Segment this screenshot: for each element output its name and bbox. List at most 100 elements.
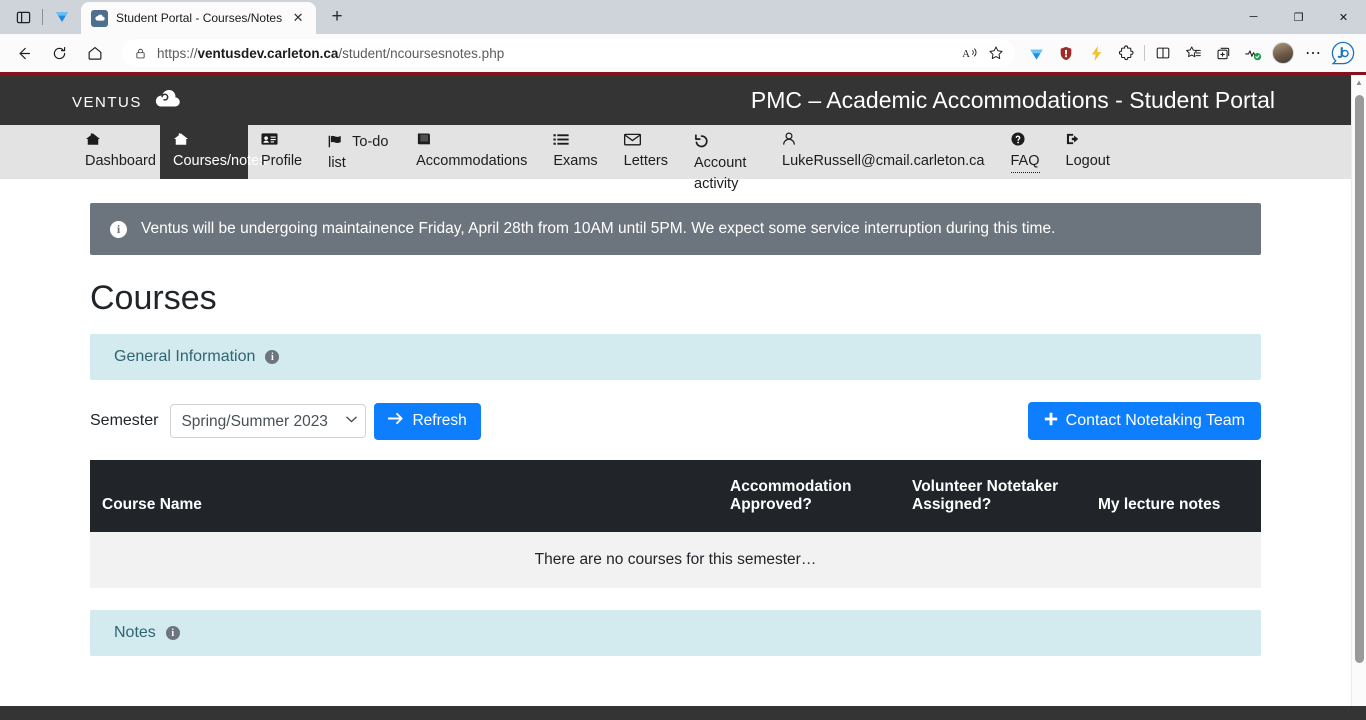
refresh-button[interactable]: Refresh <box>374 403 480 440</box>
semester-filter: Semester Spring/Summer 2023 <box>90 403 481 440</box>
address-bar[interactable]: https://ventusdev.carleton.ca/student/nc… <box>122 39 1015 67</box>
general-information-label: General Information <box>114 348 255 366</box>
table-empty-row: There are no courses for this semester… <box>90 532 1261 588</box>
nav-label: Profile <box>261 151 302 172</box>
arrow-right-icon <box>388 412 404 430</box>
home-icon <box>85 132 147 151</box>
collections-favorites-icon[interactable] <box>1178 38 1208 68</box>
page-viewport: Ventus PMC – Academic Accommodations - S… <box>0 75 1366 720</box>
contact-label: Contact Notetaking Team <box>1066 412 1245 430</box>
table-head: Course Name Accommodation Approved? Volu… <box>90 460 1261 532</box>
tab-actions-icon[interactable] <box>6 1 40 33</box>
home-icon <box>173 132 235 151</box>
semester-select[interactable]: Spring/Summer 2023 <box>170 404 366 438</box>
nav-item-accommodations[interactable]: Accommodations <box>403 125 540 179</box>
avatar[interactable] <box>1268 38 1298 68</box>
copilot-icon[interactable] <box>1328 38 1358 68</box>
nav-item-account-activity[interactable]: Account activity <box>681 125 769 179</box>
info-badge-icon[interactable]: i <box>265 350 279 364</box>
nav-item-todo-list[interactable]: To-do list <box>315 125 403 179</box>
window-controls: ─ ❐ ✕ <box>1231 0 1366 34</box>
home-icon[interactable] <box>80 38 110 68</box>
back-icon[interactable] <box>8 38 38 68</box>
nav-label: LukeRussell@cmail.carleton.ca <box>782 151 985 172</box>
contact-notetaking-team-button[interactable]: Contact Notetaking Team <box>1028 402 1261 440</box>
minimize-button[interactable]: ─ <box>1231 0 1276 34</box>
nav-item-faq[interactable]: FAQ <box>998 125 1053 179</box>
scroll-up-arrow[interactable]: ▲ <box>1352 75 1366 90</box>
nav-label: Letters <box>624 151 668 172</box>
nav-label: Account activity <box>694 155 746 192</box>
ventus-logo[interactable]: Ventus <box>72 87 184 114</box>
svg-text:A: A <box>962 47 970 59</box>
plus-icon <box>1044 412 1058 431</box>
table-body: There are no courses for this semester… <box>90 532 1261 588</box>
page-content: Ventus PMC – Academic Accommodations - S… <box>0 75 1351 720</box>
lock-icon <box>134 47 147 60</box>
tab-title: Student Portal - Courses/Notes <box>116 11 282 25</box>
toolbar-divider <box>1144 45 1145 61</box>
envelope-icon <box>624 132 668 151</box>
close-window-button[interactable]: ✕ <box>1321 0 1366 34</box>
page-heading: Courses <box>90 279 1261 318</box>
more-options-icon[interactable]: ⋯ <box>1298 38 1328 68</box>
nav-item-exams[interactable]: Exams <box>540 125 610 179</box>
nav-item-letters[interactable]: Letters <box>611 125 681 179</box>
scrollbar-thumb[interactable] <box>1355 95 1364 663</box>
main-content: i Ventus will be undergoing maintainence… <box>0 203 1351 656</box>
flag-icon <box>328 134 348 150</box>
notes-panel[interactable]: Notes i <box>90 610 1261 656</box>
page-footer <box>0 706 1366 720</box>
nav-label: Logout <box>1066 151 1110 172</box>
courses-toolbar: Semester Spring/Summer 2023 <box>90 402 1261 440</box>
url-text: https://ventusdev.carleton.ca/student/nc… <box>157 46 957 61</box>
puzzle-extensions-icon[interactable] <box>1111 38 1141 68</box>
browser-window: Student Portal - Courses/Notes ✕ + ─ ❐ ✕… <box>0 0 1366 720</box>
cloud-icon <box>150 87 184 114</box>
site-header: Ventus PMC – Academic Accommodations - S… <box>0 75 1351 125</box>
info-circle-icon: i <box>110 221 127 238</box>
nav-item-profile[interactable]: Profile <box>248 125 315 179</box>
reload-icon[interactable] <box>44 38 74 68</box>
split-screen-icon[interactable] <box>1148 38 1178 68</box>
list-icon <box>553 132 597 151</box>
lightning-extension-icon[interactable] <box>1081 38 1111 68</box>
refresh-label: Refresh <box>412 412 466 430</box>
table-header-row: Course Name Accommodation Approved? Volu… <box>90 460 1261 532</box>
favorite-star-icon[interactable] <box>983 40 1009 66</box>
new-tab-button[interactable]: + <box>322 2 352 32</box>
browser-essentials-icon[interactable] <box>1238 38 1268 68</box>
workspaces-icon[interactable] <box>45 1 79 33</box>
tab-strip: Student Portal - Courses/Notes ✕ + ─ ❐ ✕ <box>0 0 1366 34</box>
nav-label: Courses/notes <box>173 151 235 172</box>
general-information-panel[interactable]: General Information i <box>90 334 1261 380</box>
column-course-name: Course Name <box>90 460 718 532</box>
id-card-icon <box>261 132 302 151</box>
close-tab-icon[interactable]: ✕ <box>288 8 308 28</box>
alert-text: Ventus will be undergoing maintainence F… <box>141 220 1055 238</box>
empty-message: There are no courses for this semester… <box>90 532 1261 588</box>
info-badge-icon[interactable]: i <box>166 626 180 640</box>
add-tab-group-icon[interactable] <box>1208 38 1238 68</box>
maximize-button[interactable]: ❐ <box>1276 0 1321 34</box>
browser-tab[interactable]: Student Portal - Courses/Notes ✕ <box>81 2 316 34</box>
page-scrollbar[interactable]: ▲ ▼ <box>1351 75 1366 720</box>
courses-table: Course Name Accommodation Approved? Volu… <box>90 460 1261 588</box>
read-aloud-icon[interactable]: A <box>957 40 983 66</box>
maintenance-alert: i Ventus will be undergoing maintainence… <box>90 203 1261 255</box>
nav-item-account-email[interactable]: LukeRussell@cmail.carleton.ca <box>769 125 998 179</box>
nav-item-logout[interactable]: Logout <box>1053 125 1123 179</box>
column-volunteer-notetaker-assigned: Volunteer Notetaker Assigned? <box>900 460 1086 532</box>
nav-item-courses-notes[interactable]: Courses/notes <box>160 125 248 179</box>
nav-item-dashboard[interactable]: Dashboard <box>72 125 160 179</box>
diamond-extension-icon[interactable] <box>1021 38 1051 68</box>
column-accommodation-approved: Accommodation Approved? <box>718 460 900 532</box>
history-icon <box>694 134 709 150</box>
page-title: PMC – Academic Accommodations - Student … <box>751 87 1329 114</box>
book-icon <box>416 132 527 151</box>
sign-out-icon <box>1066 132 1110 151</box>
nav-label: Exams <box>553 151 597 172</box>
ublock-shield-icon[interactable] <box>1051 38 1081 68</box>
browser-toolbar: https://ventusdev.carleton.ca/student/nc… <box>0 34 1366 72</box>
question-circle-icon <box>1011 132 1040 151</box>
